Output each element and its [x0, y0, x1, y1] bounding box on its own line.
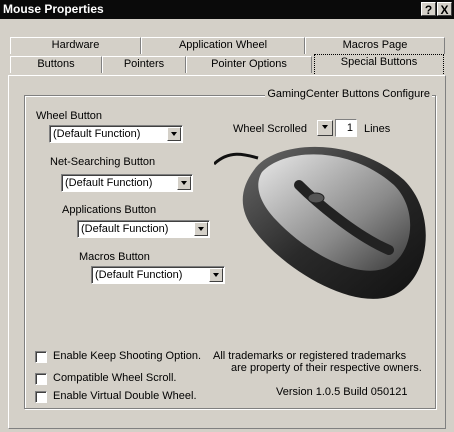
virtual-double-checkbox[interactable]: [35, 391, 47, 403]
net-button-value: (Default Function): [65, 177, 153, 189]
keep-shooting-checkbox[interactable]: [35, 351, 47, 363]
compat-wheel-checkbox[interactable]: [35, 373, 47, 385]
close-button[interactable]: X: [437, 2, 452, 17]
virtual-double-label: Enable Virtual Double Wheel.: [53, 390, 197, 402]
wheel-button-select[interactable]: (Default Function): [49, 125, 183, 143]
mouse-image: [214, 146, 426, 299]
help-button[interactable]: ?: [421, 2, 436, 17]
keep-shooting-label: Enable Keep Shooting Option.: [53, 350, 202, 362]
tab-buttons[interactable]: Buttons: [10, 56, 102, 73]
tab-macros-page[interactable]: Macros Page: [305, 37, 445, 54]
net-button-label: Net-Searching Button: [50, 156, 156, 168]
tab-pointer-options[interactable]: Pointer Options: [186, 56, 312, 73]
wheel-scroll-lines-input[interactable]: 1: [335, 119, 357, 137]
chevron-down-icon[interactable]: [167, 127, 181, 141]
macros-button-label: Macros Button: [79, 251, 150, 263]
chevron-down-icon[interactable]: [177, 176, 191, 190]
trademark-line1: All trademarks or registered trademarks: [213, 350, 407, 362]
apps-button-value: (Default Function): [81, 223, 169, 235]
tab-pointers[interactable]: Pointers: [102, 56, 186, 73]
wheel-scroll-spin-button[interactable]: [317, 120, 333, 136]
tab-special-buttons[interactable]: Special Buttons: [314, 54, 444, 74]
chevron-down-icon[interactable]: [194, 222, 208, 236]
title-bar: Mouse Properties ? X: [0, 0, 454, 19]
wheel-button-value: (Default Function): [53, 128, 141, 140]
tab-application-wheel[interactable]: Application Wheel: [141, 37, 305, 54]
trademark-line2: are property of their respective owners.: [231, 362, 422, 374]
window-title: Mouse Properties: [3, 2, 104, 16]
macros-button-select[interactable]: (Default Function): [91, 266, 225, 284]
wheel-button-label: Wheel Button: [36, 110, 103, 122]
wheel-scrolled-label: Wheel Scrolled: [233, 123, 307, 135]
version-text: Version 1.0.5 Build 050121: [276, 386, 408, 398]
lines-label: Lines: [364, 123, 391, 135]
group-title: GamingCenter Buttons Configure: [265, 88, 432, 100]
apps-button-label: Applications Button: [62, 204, 157, 216]
net-button-select[interactable]: (Default Function): [61, 174, 193, 192]
apps-button-select[interactable]: (Default Function): [77, 220, 210, 238]
compat-wheel-label: Compatible Wheel Scroll.: [53, 372, 177, 384]
tab-hardware[interactable]: Hardware: [10, 37, 141, 54]
macros-button-value: (Default Function): [95, 269, 183, 281]
